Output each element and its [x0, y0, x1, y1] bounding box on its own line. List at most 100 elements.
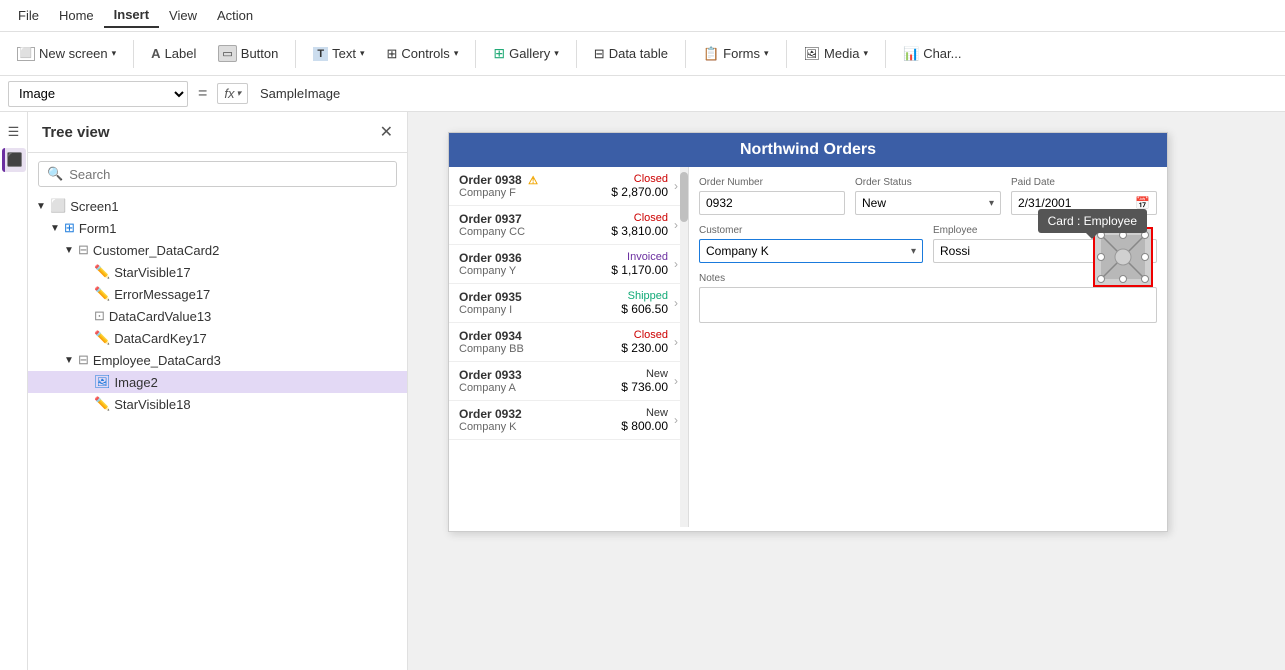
- order-number-field: Order Number 0932: [699, 177, 845, 215]
- menu-home[interactable]: Home: [49, 4, 104, 27]
- handle-bottom-right[interactable]: [1141, 275, 1149, 283]
- forms-button[interactable]: 📋 Forms ▾: [694, 41, 778, 67]
- layers-icon[interactable]: ⬛: [2, 148, 26, 172]
- orders-scroll-thumb[interactable]: [680, 172, 688, 222]
- customer-chevron: ▾: [911, 246, 916, 257]
- formula-fx-button[interactable]: fx ▾: [217, 83, 248, 104]
- menu-file[interactable]: File: [8, 4, 49, 27]
- order-info-0936: Order 0936 Company Y: [459, 251, 611, 277]
- order-chevron-0935: ›: [674, 296, 678, 310]
- text-button[interactable]: T Text ▾: [304, 41, 373, 66]
- charts-icon: 📊: [903, 46, 919, 62]
- label-button[interactable]: A Label: [142, 41, 205, 66]
- order-info-0934: Order 0934 Company BB: [459, 329, 621, 355]
- order-row-0937[interactable]: Order 0937 Company CC Closed $ 3,810.00 …: [449, 206, 688, 245]
- tree-content: ▼ ⬜ Screen1 ▼ ⊞ Form1 ▼ ⊟ Customer_DataC…: [28, 195, 407, 670]
- button-button[interactable]: ▭ Button: [209, 40, 287, 67]
- order-amount-0934: Closed $ 230.00: [621, 329, 668, 355]
- orders-list: Order 0938 ⚠ Company F Closed $ 2,870.00…: [449, 167, 689, 527]
- order-company-0936: Company Y: [459, 265, 611, 277]
- order-row-0935[interactable]: Order 0935 Company I Shipped $ 606.50 ›: [449, 284, 688, 323]
- order-status-0934: Closed: [621, 329, 668, 341]
- customer-dropdown[interactable]: Company K ▾: [699, 239, 923, 263]
- image-placeholder-svg: [1101, 235, 1145, 279]
- order-amount-0938: Closed $ 2,870.00: [611, 173, 668, 199]
- tree-item-employee-dc3[interactable]: ▼ ⊟ Employee_DataCard3: [28, 349, 407, 371]
- menu-action[interactable]: Action: [207, 4, 263, 27]
- tree-header: Tree view ✕: [28, 112, 407, 153]
- order-row-0938[interactable]: Order 0938 ⚠ Company F Closed $ 2,870.00…: [449, 167, 688, 206]
- formula-input[interactable]: [254, 86, 1277, 101]
- order-row-0936[interactable]: Order 0936 Company Y Invoiced $ 1,170.00…: [449, 245, 688, 284]
- notes-input[interactable]: [699, 287, 1157, 323]
- order-number-0936: Order 0936: [459, 251, 611, 265]
- toolbar-divider-5: [685, 40, 686, 68]
- order-status-0936: Invoiced: [611, 251, 668, 263]
- form1-expand: ▼: [50, 223, 64, 234]
- gallery-button[interactable]: ⊞ Gallery ▾: [484, 40, 567, 67]
- forms-label: Forms: [723, 46, 760, 61]
- notes-label: Notes: [699, 273, 1157, 284]
- order-warn-icon-0938: ⚠: [528, 175, 538, 187]
- data-table-icon: ⊟: [594, 46, 605, 62]
- tree-item-starvisible18[interactable]: ✏️ StarVisible18: [28, 393, 407, 415]
- controls-button[interactable]: ⊞ Controls ▾: [377, 41, 467, 67]
- paid-date-value: 2/31/2001: [1018, 196, 1071, 210]
- order-amount-0933: New $ 736.00: [621, 368, 668, 394]
- media-button[interactable]: 🖼 Media ▾: [795, 41, 877, 67]
- employee-dc3-icon: ⊟: [78, 352, 89, 368]
- data-table-button[interactable]: ⊟ Data table: [585, 41, 677, 67]
- tree-close-button[interactable]: ✕: [380, 122, 393, 142]
- handle-middle-right[interactable]: [1141, 253, 1149, 261]
- tree-title: Tree view: [42, 124, 110, 141]
- tree-item-form1[interactable]: ▼ ⊞ Form1: [28, 217, 407, 239]
- screen1-label: Screen1: [70, 199, 118, 214]
- order-row-0932[interactable]: Order 0932 Company K New $ 800.00 ›: [449, 401, 688, 440]
- toolbar-divider-6: [786, 40, 787, 68]
- handle-middle-left[interactable]: [1097, 253, 1105, 261]
- order-status-0937: Closed: [611, 212, 668, 224]
- order-company-0935: Company I: [459, 304, 621, 316]
- tree-item-datacardkey17[interactable]: ✏️ DataCardKey17: [28, 327, 407, 349]
- order-amount-0935: Shipped $ 606.50: [621, 290, 668, 316]
- handle-bottom-left[interactable]: [1097, 275, 1105, 283]
- order-company-0937: Company CC: [459, 226, 611, 238]
- order-price-0932: $ 800.00: [621, 419, 668, 433]
- employee-dc3-label: Employee_DataCard3: [93, 353, 221, 368]
- employee-value: Rossi: [940, 244, 970, 258]
- tree-item-image2[interactable]: 🖼 Image2: [28, 371, 407, 393]
- order-number-input[interactable]: 0932: [699, 191, 845, 215]
- search-input[interactable]: [69, 167, 388, 182]
- handle-bottom-center[interactable]: [1119, 275, 1127, 283]
- order-info-0932: Order 0932 Company K: [459, 407, 621, 433]
- order-amount-0936: Invoiced $ 1,170.00: [611, 251, 668, 277]
- tree-item-customer-dc2[interactable]: ▼ ⊟ Customer_DataCard2: [28, 239, 407, 261]
- order-status-dropdown[interactable]: New ▾: [855, 191, 1001, 215]
- charts-button[interactable]: 📊 Char...: [894, 41, 970, 67]
- tree-item-starvisible17[interactable]: ✏️ StarVisible17: [28, 261, 407, 283]
- tree-item-errormessage17[interactable]: ✏️ ErrorMessage17: [28, 283, 407, 305]
- text-icon: T: [313, 47, 328, 61]
- formula-select[interactable]: Image: [8, 81, 188, 107]
- customer-field: Customer Company K ▾: [699, 225, 923, 263]
- tree-item-datacardvalue13[interactable]: ⊡ DataCardValue13: [28, 305, 407, 327]
- forms-chevron: ▾: [764, 48, 769, 59]
- customer-label: Customer: [699, 225, 923, 236]
- form1-label: Form1: [79, 221, 117, 236]
- image-control[interactable]: [1093, 227, 1153, 287]
- orders-scrollbar[interactable]: [680, 167, 688, 527]
- order-chevron-0933: ›: [674, 374, 678, 388]
- order-company-0932: Company K: [459, 421, 621, 433]
- order-row-0933[interactable]: Order 0933 Company A New $ 736.00 ›: [449, 362, 688, 401]
- tree-item-screen1[interactable]: ▼ ⬜ Screen1: [28, 195, 407, 217]
- order-status-field: Order Status New ▾: [855, 177, 1001, 215]
- app-header: Northwind Orders: [449, 133, 1167, 167]
- new-screen-button[interactable]: ⬜ New screen ▾: [8, 41, 125, 66]
- hamburger-icon[interactable]: ☰: [2, 120, 26, 144]
- order-row-0934[interactable]: Order 0934 Company BB Closed $ 230.00 ›: [449, 323, 688, 362]
- menu-insert[interactable]: Insert: [104, 3, 159, 28]
- charts-label: Char...: [923, 46, 961, 61]
- menu-view[interactable]: View: [159, 4, 207, 27]
- dck17-label: DataCardKey17: [114, 331, 207, 346]
- toolbar-divider-7: [885, 40, 886, 68]
